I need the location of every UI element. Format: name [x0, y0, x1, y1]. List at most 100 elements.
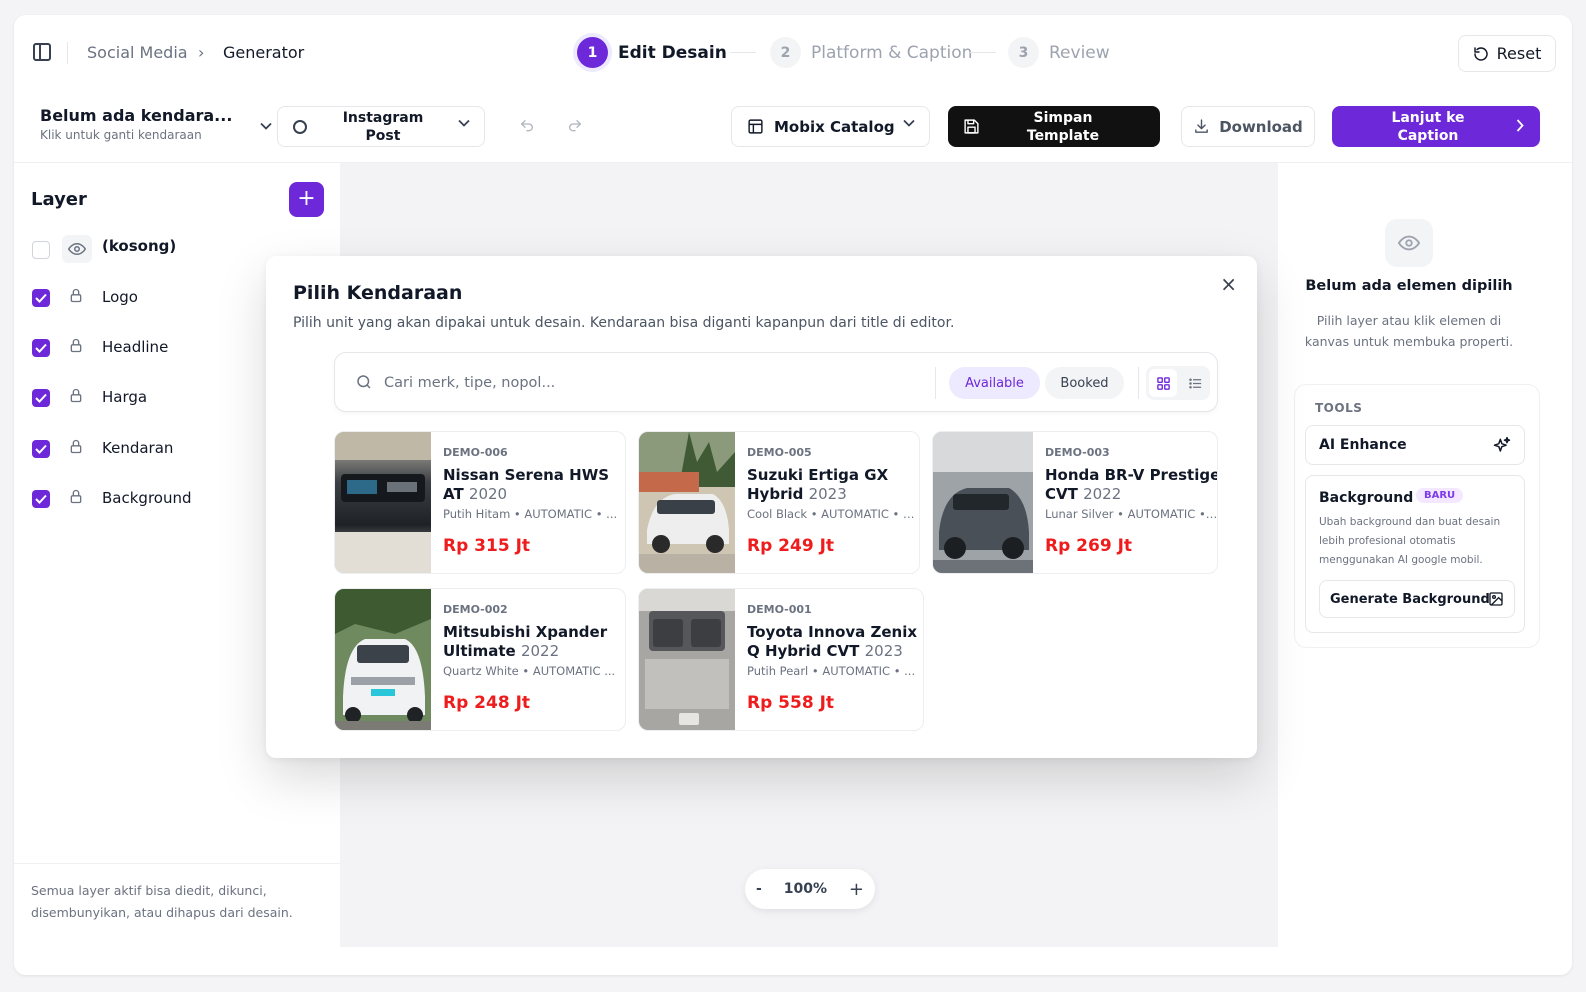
layer-item-logo[interactable]: Logo — [32, 283, 138, 313]
vehicle-selector-subtitle: Klik untuk ganti kendaraan — [40, 128, 202, 142]
layer-label: Logo — [102, 288, 138, 306]
reset-label: Reset — [1496, 44, 1542, 63]
layer-item-kendaran[interactable]: Kendaran — [32, 434, 173, 464]
vehicle-card[interactable]: DEMO-002 Mitsubishi Xpander Ultimate 202… — [334, 588, 626, 731]
chevron-down-icon — [903, 119, 915, 127]
vehicle-model: Nissan Serena HWS AT — [443, 466, 610, 503]
generate-background-button[interactable]: Generate Background — [1319, 580, 1515, 618]
lock-icon[interactable] — [68, 337, 84, 354]
step-label: Platform & Caption — [811, 42, 973, 63]
layer-label: Kendaran — [102, 439, 174, 457]
format-label: Instagram Post — [342, 110, 424, 144]
chevron-down-icon — [458, 119, 470, 127]
next-caption-button[interactable]: Lanjut ke Caption — [1332, 106, 1540, 147]
lock-icon[interactable] — [68, 387, 84, 404]
breadcrumb-separator: › — [198, 43, 205, 62]
layer-item-harga[interactable]: Harga — [32, 383, 147, 413]
layer-checkbox[interactable] — [32, 241, 50, 259]
undo-icon[interactable] — [519, 118, 535, 134]
next-caption-label: Lanjut ke Caption — [1391, 110, 1465, 144]
editor-toolbar: Belum ada kendara... Klik untuk ganti ke… — [14, 91, 1572, 163]
vehicle-card[interactable]: DEMO-001 Toyota Innova Zenix Q Hybrid CV… — [638, 588, 924, 731]
vehicle-name: Toyota Innova Zenix Q Hybrid CVT 2023 — [747, 623, 923, 661]
vehicle-price: Rp 558 Jt — [747, 693, 835, 713]
filter-booked[interactable]: Booked — [1045, 367, 1124, 399]
image-icon — [1489, 592, 1503, 606]
modal-title: Pilih Kendaraan — [293, 282, 463, 304]
close-icon[interactable]: × — [1220, 274, 1237, 294]
step-number: 1 — [577, 37, 608, 68]
zoom-in-button[interactable]: + — [849, 879, 864, 900]
layer-item-kosong[interactable]: (kosong) — [32, 235, 176, 265]
zoom-out-button[interactable]: - — [756, 881, 762, 897]
vehicle-photo — [335, 589, 431, 730]
layer-panel-footer: Semua layer aktif bisa diedit, dikunci, … — [14, 863, 340, 940]
step-review[interactable]: 3 Review — [1008, 37, 1110, 68]
vehicle-card[interactable]: DEMO-006 Nissan Serena HWS AT 2020 Putih… — [334, 431, 626, 574]
top-bar: Social Media › Generator 1 Edit Desain 2… — [14, 15, 1572, 91]
catalog-dropdown[interactable]: Mobix Catalog — [731, 106, 930, 147]
redo-icon[interactable] — [567, 118, 583, 134]
add-layer-button[interactable]: + — [289, 182, 324, 217]
background-tool-card: Background BARU Ubah background dan buat… — [1305, 475, 1525, 633]
vehicle-name: Nissan Serena HWS AT 2020 — [443, 466, 623, 504]
background-tool-description: Ubah background dan buat desain lebih pr… — [1319, 516, 1501, 566]
background-tool-title: Background — [1319, 490, 1414, 506]
breadcrumb-parent[interactable]: Social Media — [87, 43, 188, 62]
download-button[interactable]: Download — [1181, 106, 1315, 147]
layer-checkbox[interactable] — [32, 490, 50, 508]
layer-checkbox[interactable] — [32, 440, 50, 458]
step-platform-caption[interactable]: 2 Platform & Caption — [770, 37, 972, 68]
view-toggle — [1146, 366, 1210, 400]
vehicle-meta: Putih Pearl • AUTOMATIC • ... — [747, 664, 916, 678]
ai-enhance-button[interactable]: AI Enhance — [1305, 425, 1525, 465]
reset-button[interactable]: Reset — [1458, 35, 1556, 72]
sidebar-toggle-icon[interactable] — [33, 43, 51, 61]
vehicle-meta: Quartz White • AUTOMATIC ... — [443, 664, 616, 678]
download-label: Download — [1219, 117, 1303, 136]
layer-label: Headline — [102, 338, 169, 356]
vehicle-card[interactable]: DEMO-003 Honda BR-V Prestige CVT 2022 Lu… — [932, 431, 1218, 574]
layer-item-headline[interactable]: Headline — [32, 333, 168, 363]
save-template-button[interactable]: Simpan Template — [948, 106, 1160, 147]
vehicle-selector[interactable]: Belum ada kendara... Klik untuk ganti ke… — [40, 106, 272, 142]
modal-subtitle: Pilih unit yang akan dipakai untuk desai… — [293, 315, 955, 331]
layer-checkbox[interactable] — [32, 289, 50, 307]
lock-icon[interactable] — [68, 438, 84, 455]
eye-icon — [1398, 235, 1420, 251]
empty-state-icon-box — [1385, 219, 1433, 267]
step-label: Review — [1049, 42, 1110, 63]
vehicle-price: Rp 249 Jt — [747, 536, 835, 556]
layer-checkbox[interactable] — [32, 339, 50, 357]
layer-item-background[interactable]: Background — [32, 484, 192, 514]
zoom-control: - 100% + — [745, 869, 875, 909]
vehicle-photo — [335, 432, 431, 573]
step-connector — [970, 52, 996, 53]
vehicle-price: Rp 315 Jt — [443, 536, 531, 556]
filter-available[interactable]: Available — [949, 367, 1040, 399]
vehicle-name: Suzuki Ertiga GX Hybrid 2023 — [747, 466, 919, 504]
download-icon — [1195, 119, 1209, 133]
catalog-label: Mobix Catalog — [774, 117, 895, 136]
vehicle-search-input[interactable] — [384, 371, 904, 395]
vehicle-photo — [639, 589, 735, 730]
properties-panel: Belum ada elemen dipilih Pilih layer ata… — [1278, 163, 1572, 975]
step-edit-desain[interactable]: 1 Edit Desain — [577, 37, 727, 68]
lock-icon[interactable] — [68, 287, 84, 304]
lock-icon[interactable] — [68, 488, 84, 505]
step-label: Edit Desain — [618, 42, 727, 63]
layer-label: Harga — [102, 388, 148, 406]
grid-view-button[interactable] — [1149, 369, 1177, 397]
vehicle-search-bar: Available Booked — [334, 352, 1218, 412]
divider — [67, 42, 68, 64]
layer-checkbox[interactable] — [32, 389, 50, 407]
layout-icon — [748, 119, 763, 134]
vehicle-meta: Lunar Silver • AUTOMATIC • ... — [1045, 507, 1218, 521]
vehicle-card[interactable]: DEMO-005 Suzuki Ertiga GX Hybrid 2023 Co… — [638, 431, 920, 574]
list-icon — [1188, 378, 1201, 388]
vehicle-name: Honda BR-V Prestige CVT 2022 — [1045, 466, 1217, 504]
layer-label: (kosong) — [102, 237, 177, 255]
list-view-button[interactable] — [1181, 369, 1209, 397]
step-connector — [730, 52, 756, 53]
format-dropdown[interactable]: Instagram Post — [277, 106, 485, 147]
